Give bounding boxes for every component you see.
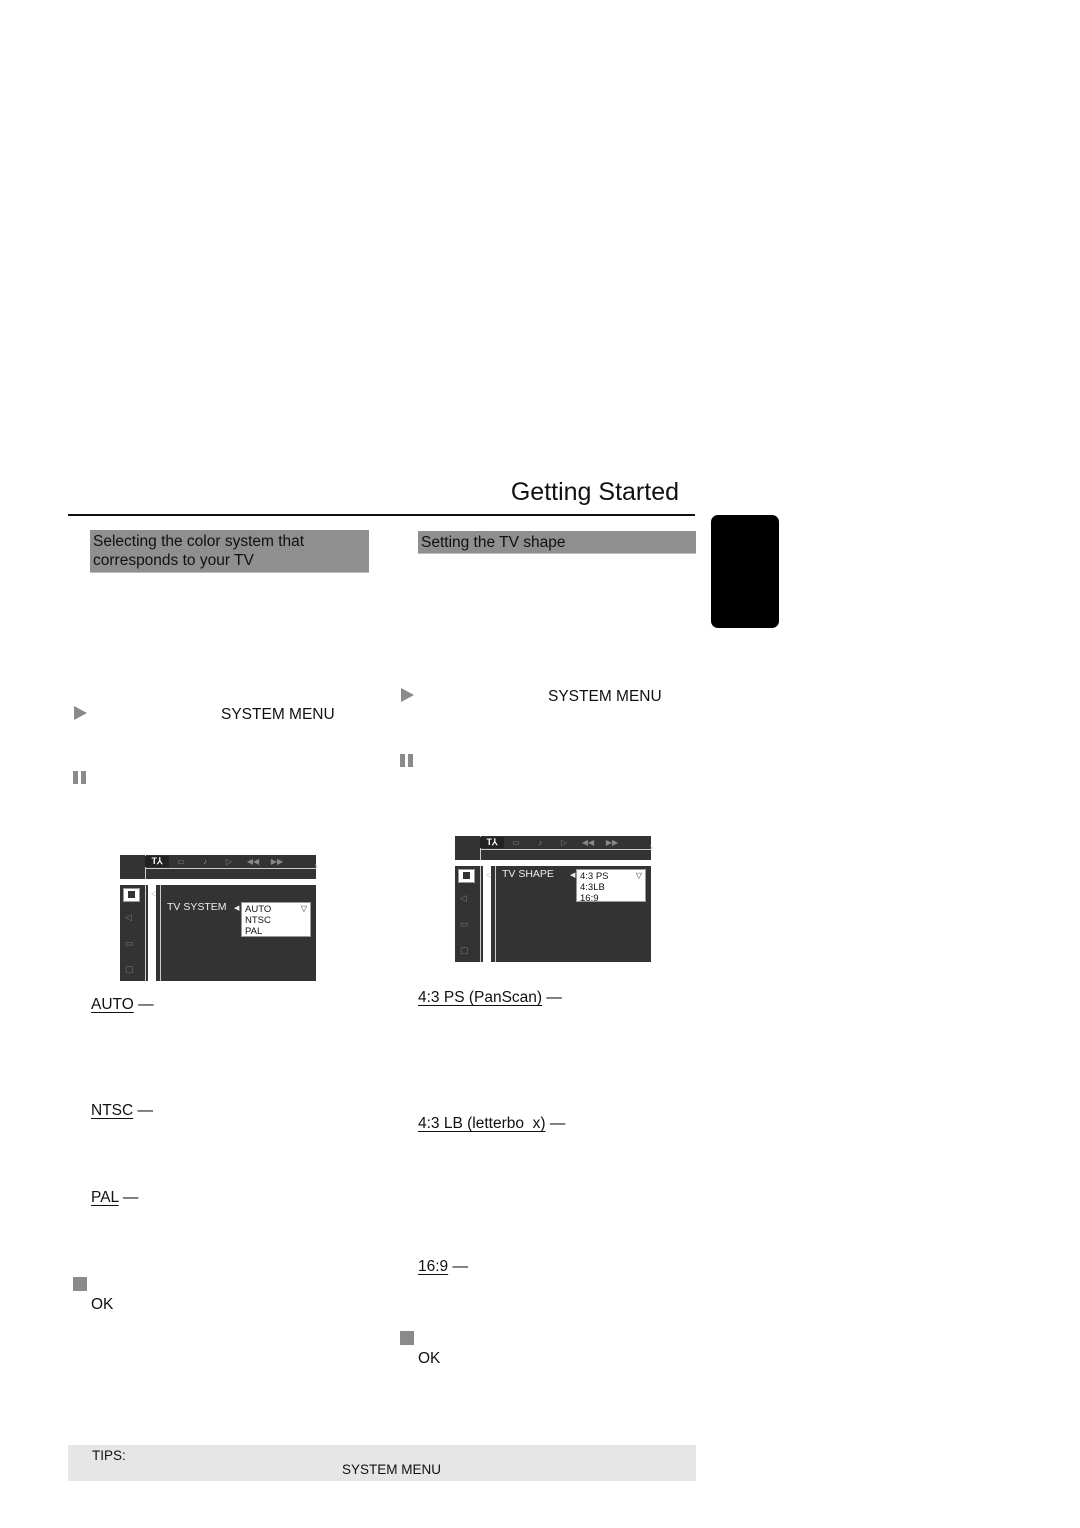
pointer-icon: ◀ [234, 905, 240, 912]
picture-icon [458, 869, 475, 883]
osd-tv-system-screen: T⅄ ▭ ♪ ▷ ◀◀ ▶▶ › ◁ ▭ ▢ ◁ TV SYSTEM ◀ AUT… [120, 855, 318, 981]
tips-system-menu-key: SYSTEM MENU [342, 1462, 442, 1477]
fast-forward-icon: ▶▶ [270, 857, 284, 866]
option-ntsc-term: NTSC — [91, 1102, 154, 1119]
system-menu-key-label: SYSTEM MENU [221, 706, 335, 723]
option-16-9[interactable]: 16:9 [580, 893, 642, 904]
briefcase-icon: ▢ [125, 964, 134, 974]
page-title: Getting Started [510, 478, 679, 506]
setup-icon: T⅄ [145, 856, 169, 867]
language-side-tab [711, 515, 779, 628]
step-2-pause-icon [400, 754, 413, 767]
osd-tab-icons: T⅄ ▭ ♪ ▷ ◀◀ ▶▶ [145, 856, 289, 867]
step-1-play-icon [401, 688, 414, 702]
ok-key-label: OK [418, 1350, 441, 1367]
display-icon: ▭ [512, 838, 520, 847]
tv-system-dropdown[interactable]: AUTO NTSC PAL ▽ [241, 902, 311, 937]
option-widescreen-term: 16:9 — [418, 1258, 468, 1275]
option-auto-term: AUTO — [91, 996, 154, 1013]
tips-label: TIPS: [92, 1448, 126, 1463]
subtitle-icon: ▭ [460, 919, 469, 929]
option-letterbox-term: 4:3 LB (letterbo x) — [418, 1115, 566, 1132]
step-3-stop-icon [73, 1277, 87, 1291]
pointer-icon: ◀ [570, 872, 576, 879]
fast-forward-icon: ▶▶ [605, 838, 619, 847]
play-icon: ▷ [560, 838, 568, 847]
play-icon: ▷ [225, 857, 233, 866]
arrow-right-icon: › [314, 861, 318, 872]
picture-icon [123, 888, 140, 902]
osd-tv-shape-screen: T⅄ ▭ ♪ ▷ ◀◀ ▶▶ › ◁ ▭ ▢ ◁ TV SHAPE ◀ 4:3 … [455, 836, 653, 962]
osd-tab-bar: T⅄ ▭ ♪ ▷ ◀◀ ▶▶ › [455, 836, 653, 860]
display-icon: ▭ [177, 857, 185, 866]
briefcase-icon: ▢ [460, 945, 469, 955]
setup-icon: T⅄ [480, 837, 504, 848]
rewind-icon: ◀◀ [246, 857, 260, 866]
osd-side-menu: ◁ ▭ ▢ [120, 885, 148, 981]
chevron-down-icon: ▽ [635, 871, 642, 880]
speaker-icon: ◁ [125, 912, 132, 922]
arrow-right-icon: › [649, 842, 653, 853]
section-heading-tv-shape: Setting the TV shape [418, 531, 696, 553]
option-panscan-term: 4:3 PS (PanScan) — [418, 989, 562, 1006]
step-3-stop-icon [400, 1331, 414, 1345]
title-divider [68, 514, 695, 516]
osd-tab-icons: T⅄ ▭ ♪ ▷ ◀◀ ▶▶ [480, 837, 624, 848]
option-pal-term: PAL — [91, 1189, 139, 1206]
osd-tab-bar: T⅄ ▭ ♪ ▷ ◀◀ ▶▶ › [120, 855, 318, 879]
osd-side-menu: ◁ ▭ ▢ [455, 866, 483, 962]
option-auto[interactable]: AUTO [245, 904, 307, 915]
subtitle-icon: ▭ [125, 938, 134, 948]
ok-key-label: OK [91, 1296, 114, 1313]
chevron-down-icon: ▽ [300, 904, 307, 913]
rewind-icon: ◀◀ [581, 838, 595, 847]
step-1-play-icon [74, 706, 87, 720]
option-4-3-ps[interactable]: 4:3 PS [580, 871, 642, 882]
speaker-icon: ◁ [460, 893, 467, 903]
tv-shape-dropdown[interactable]: 4:3 PS 4:3LB 16:9 ▽ [576, 869, 646, 904]
option-pal[interactable]: PAL [245, 926, 307, 937]
option-4-3-lb[interactable]: 4:3LB [580, 882, 642, 893]
audio-icon: ♪ [538, 838, 542, 847]
system-menu-key-label: SYSTEM MENU [548, 688, 662, 705]
section-heading-color-system: Selecting the color system that correspo… [90, 530, 369, 572]
osd-setting-label: TV SYSTEM [167, 901, 227, 913]
option-ntsc[interactable]: NTSC [245, 915, 307, 926]
audio-icon: ♪ [203, 857, 207, 866]
step-2-pause-icon [73, 771, 86, 784]
osd-setting-label: TV SHAPE [502, 868, 554, 880]
